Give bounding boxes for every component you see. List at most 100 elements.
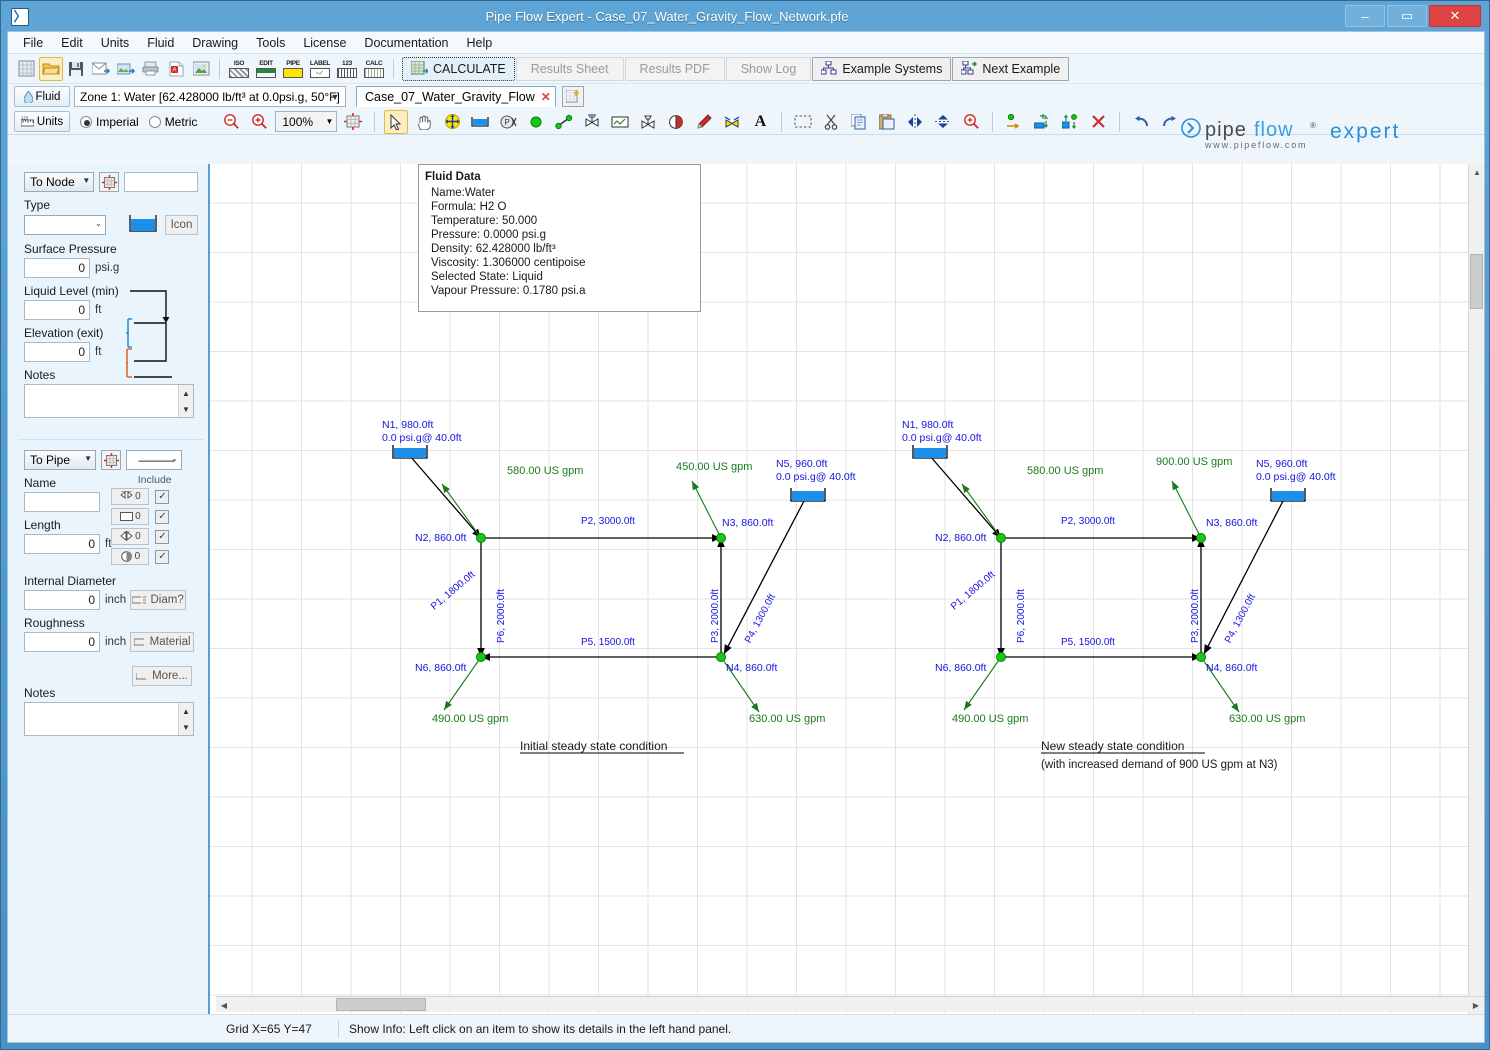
zoom-in-icon[interactable] bbox=[247, 110, 271, 134]
pan-hand-icon[interactable] bbox=[412, 110, 436, 134]
grid-snap-icon[interactable] bbox=[341, 110, 365, 134]
pipe-line-style-select[interactable]: ——— ⌄ bbox=[126, 450, 182, 470]
node-target-grid-button[interactable] bbox=[99, 172, 119, 192]
component-icon[interactable]: 0 bbox=[111, 508, 150, 525]
to-pipe-select[interactable]: To Pipe ▼ bbox=[24, 450, 96, 470]
pipe-draw-icon[interactable] bbox=[552, 110, 576, 134]
maximize-button[interactable]: ▭ bbox=[1387, 5, 1427, 27]
minimize-button[interactable]: – bbox=[1345, 5, 1385, 27]
menu-help[interactable]: Help bbox=[458, 33, 502, 53]
roughness-input[interactable]: 0 bbox=[24, 632, 100, 652]
flow-icon[interactable] bbox=[720, 110, 744, 134]
results-sheet-button[interactable]: Results Sheet bbox=[515, 56, 624, 81]
component-checkbox[interactable]: ✓ bbox=[155, 509, 170, 524]
example-systems-button[interactable]: Example Systems bbox=[812, 56, 952, 81]
horizontal-scrollbar[interactable]: ◀ ▶ bbox=[216, 996, 1484, 1012]
numbers-icon[interactable]: 123 bbox=[334, 57, 360, 81]
material-button[interactable]: Material bbox=[130, 632, 195, 652]
pipe-name-input[interactable] bbox=[24, 492, 100, 512]
new-sheet-icon[interactable] bbox=[14, 57, 38, 81]
pump-off-icon[interactable]: P bbox=[496, 110, 520, 134]
node-type-select[interactable]: ⌄ bbox=[24, 215, 106, 235]
valve-icon[interactable]: 0 bbox=[111, 528, 150, 545]
more-button[interactable]: More... bbox=[132, 666, 192, 686]
horizontal-scroll-thumb[interactable] bbox=[336, 998, 426, 1011]
menu-documentation[interactable]: Documentation bbox=[355, 33, 457, 53]
drawing-canvas[interactable]: N1, 980.0ft 0.0 psi.g@ 40.0ft N5, 960.0f… bbox=[210, 164, 1468, 1014]
units-button[interactable]: 123 Units bbox=[14, 111, 70, 132]
zoom-level-select[interactable]: 100% ▼ bbox=[275, 111, 338, 132]
move-icon[interactable] bbox=[440, 110, 464, 134]
vertical-scrollbar[interactable]: ▲ ▼ bbox=[1468, 164, 1484, 1014]
pipe-target-grid-button[interactable] bbox=[101, 450, 121, 470]
liquid-level-input[interactable]: 0 bbox=[24, 300, 90, 320]
pdf-icon[interactable]: A bbox=[164, 57, 188, 81]
imperial-radio[interactable]: Imperial bbox=[80, 115, 139, 129]
elevation-input[interactable]: 0 bbox=[24, 342, 90, 362]
node-icon[interactable] bbox=[524, 110, 548, 134]
pump-checkbox[interactable]: ✓ bbox=[155, 549, 170, 564]
surface-pressure-input[interactable]: 0 bbox=[24, 258, 90, 278]
image-icon[interactable] bbox=[189, 57, 213, 81]
open-folder-icon[interactable] bbox=[39, 56, 63, 81]
align-horizontal-icon[interactable] bbox=[1030, 110, 1054, 134]
node-name-input[interactable] bbox=[123, 172, 198, 192]
align-vertical-icon[interactable] bbox=[1058, 110, 1082, 134]
export-image-icon[interactable] bbox=[114, 57, 138, 81]
calculate-button[interactable]: CALCULATE bbox=[402, 56, 515, 81]
mirror-icon[interactable] bbox=[903, 110, 927, 134]
tank-icon[interactable] bbox=[468, 110, 492, 134]
pipe-icon[interactable]: PIPE bbox=[280, 57, 306, 81]
vertical-scroll-thumb[interactable] bbox=[1470, 254, 1483, 309]
iso-icon[interactable]: ISO bbox=[226, 57, 252, 81]
fittings-checkbox[interactable]: ✓ bbox=[155, 489, 170, 504]
control-valve-icon[interactable] bbox=[636, 110, 660, 134]
pipe-notes-input[interactable]: ▲ ▼ bbox=[24, 702, 194, 736]
valve-icon[interactable] bbox=[580, 110, 604, 134]
delete-icon[interactable] bbox=[1086, 110, 1110, 134]
metric-radio[interactable]: Metric bbox=[148, 115, 197, 129]
results-pdf-button[interactable]: Results PDF bbox=[624, 56, 725, 81]
menu-fluid[interactable]: Fluid bbox=[138, 33, 183, 53]
text-icon[interactable]: A bbox=[748, 110, 772, 134]
marquee-select-icon[interactable] bbox=[791, 110, 815, 134]
label-icon[interactable]: LABEL ▫✓ bbox=[307, 57, 333, 81]
internal-diameter-input[interactable]: 0 bbox=[24, 590, 100, 610]
scroll-right-icon[interactable]: ▶ bbox=[1468, 997, 1484, 1013]
menu-edit[interactable]: Edit bbox=[52, 33, 92, 53]
align-node-icon[interactable] bbox=[1002, 110, 1026, 134]
flip-icon[interactable] bbox=[931, 110, 955, 134]
icon-button[interactable]: Icon bbox=[164, 215, 198, 235]
copy-icon[interactable] bbox=[847, 110, 871, 134]
pencil-icon[interactable] bbox=[692, 110, 716, 134]
valve-checkbox[interactable]: ✓ bbox=[155, 529, 170, 544]
diam-button[interactable]: Diam? bbox=[130, 590, 187, 610]
save-icon[interactable] bbox=[64, 57, 88, 81]
notes-scroll-arrows-2[interactable]: ▲ ▼ bbox=[178, 703, 193, 735]
next-example-button[interactable]: Next Example bbox=[952, 56, 1070, 81]
pump-curve-icon[interactable] bbox=[664, 110, 688, 134]
pump-icon[interactable]: 0 bbox=[111, 548, 150, 565]
fluid-zone-select[interactable]: Zone 1: Water [62.428000 lb/ft³ at 0.0ps… bbox=[74, 86, 346, 107]
fittings-icon[interactable]: 0 bbox=[111, 488, 150, 505]
menu-file[interactable]: File bbox=[14, 33, 52, 53]
pipe-length-input[interactable]: 0 bbox=[24, 534, 100, 554]
node-notes-input[interactable]: ▲ ▼ bbox=[24, 384, 194, 418]
zoom-region-icon[interactable] bbox=[959, 110, 983, 134]
undo-icon[interactable] bbox=[1129, 110, 1153, 134]
document-tab[interactable]: Case_07_Water_Gravity_Flow ✕ bbox=[356, 86, 556, 107]
scroll-left-icon[interactable]: ◀ bbox=[216, 997, 232, 1013]
calc-icon[interactable]: CALC bbox=[361, 57, 387, 81]
menu-license[interactable]: License bbox=[294, 33, 355, 53]
paste-icon[interactable] bbox=[875, 110, 899, 134]
menu-drawing[interactable]: Drawing bbox=[183, 33, 247, 53]
select-arrow-icon[interactable] bbox=[384, 109, 409, 134]
cut-icon[interactable] bbox=[819, 110, 843, 134]
scroll-up-icon[interactable]: ▲ bbox=[1469, 164, 1484, 180]
zoom-out-icon[interactable] bbox=[219, 110, 243, 134]
email-icon[interactable] bbox=[89, 57, 113, 81]
edit-icon[interactable]: EDIT bbox=[253, 57, 279, 81]
menu-tools[interactable]: Tools bbox=[247, 33, 294, 53]
close-icon[interactable]: ✕ bbox=[541, 90, 551, 104]
notes-scroll-arrows[interactable]: ▲ ▼ bbox=[178, 385, 193, 417]
